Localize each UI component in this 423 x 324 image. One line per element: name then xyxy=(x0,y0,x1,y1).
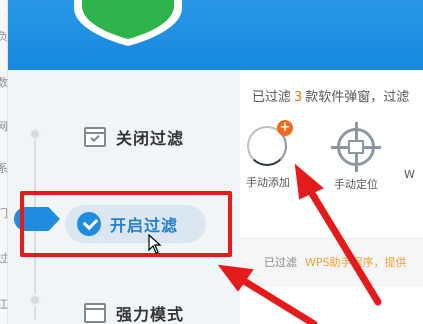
shield-logo-icon xyxy=(74,0,182,46)
manual-add-button[interactable]: + 手动添加 xyxy=(238,120,298,190)
third-tool-label: W xyxy=(404,168,415,181)
filtered-program[interactable]: WPS助手程序，提供 xyxy=(305,254,407,270)
filtered-label: 已过滤 xyxy=(264,256,297,269)
background-window-edge: 负 数 网 系 门 过 江 xyxy=(0,0,8,324)
nav-item-label: 强力模式 xyxy=(116,305,185,324)
filter-summary: 已过滤 3 款软件弹窗，过滤 xyxy=(252,86,409,105)
plus-badge: + xyxy=(277,120,293,136)
nav-node xyxy=(29,128,41,140)
highlight-box xyxy=(20,191,232,257)
third-tool-button[interactable]: W xyxy=(404,126,423,181)
window-icon xyxy=(84,303,106,323)
mouse-cursor-icon xyxy=(148,234,162,254)
filtered-record-row: 已过滤 WPS助手程序，提供 xyxy=(240,238,423,286)
nav-item-close-filter[interactable]: 关闭过滤 xyxy=(84,120,184,154)
app-header xyxy=(8,0,423,70)
nav-node xyxy=(29,294,41,306)
manual-locate-label: 手动定位 xyxy=(334,178,378,191)
summary-prefix: 已过滤 xyxy=(252,90,292,105)
crosshair-target-icon xyxy=(331,122,381,172)
nav-item-strong-mode[interactable]: 强力模式 xyxy=(84,296,184,324)
manual-add-label: 手动添加 xyxy=(246,176,290,189)
add-ring-icon: + xyxy=(247,120,293,168)
manual-locate-button[interactable]: 手动定位 xyxy=(326,122,386,192)
nav-item-label: 关闭过滤 xyxy=(116,129,185,148)
summary-suffix: 款软件弹窗，过滤 xyxy=(305,90,410,105)
main-panel: 已过滤 3 款软件弹窗，过滤 + 手动添加 手动定位 W 已过滤 WPS助手程序，提… xyxy=(240,70,423,324)
checkbox-window-icon xyxy=(84,127,106,147)
filtered-count: 3 xyxy=(294,90,303,105)
